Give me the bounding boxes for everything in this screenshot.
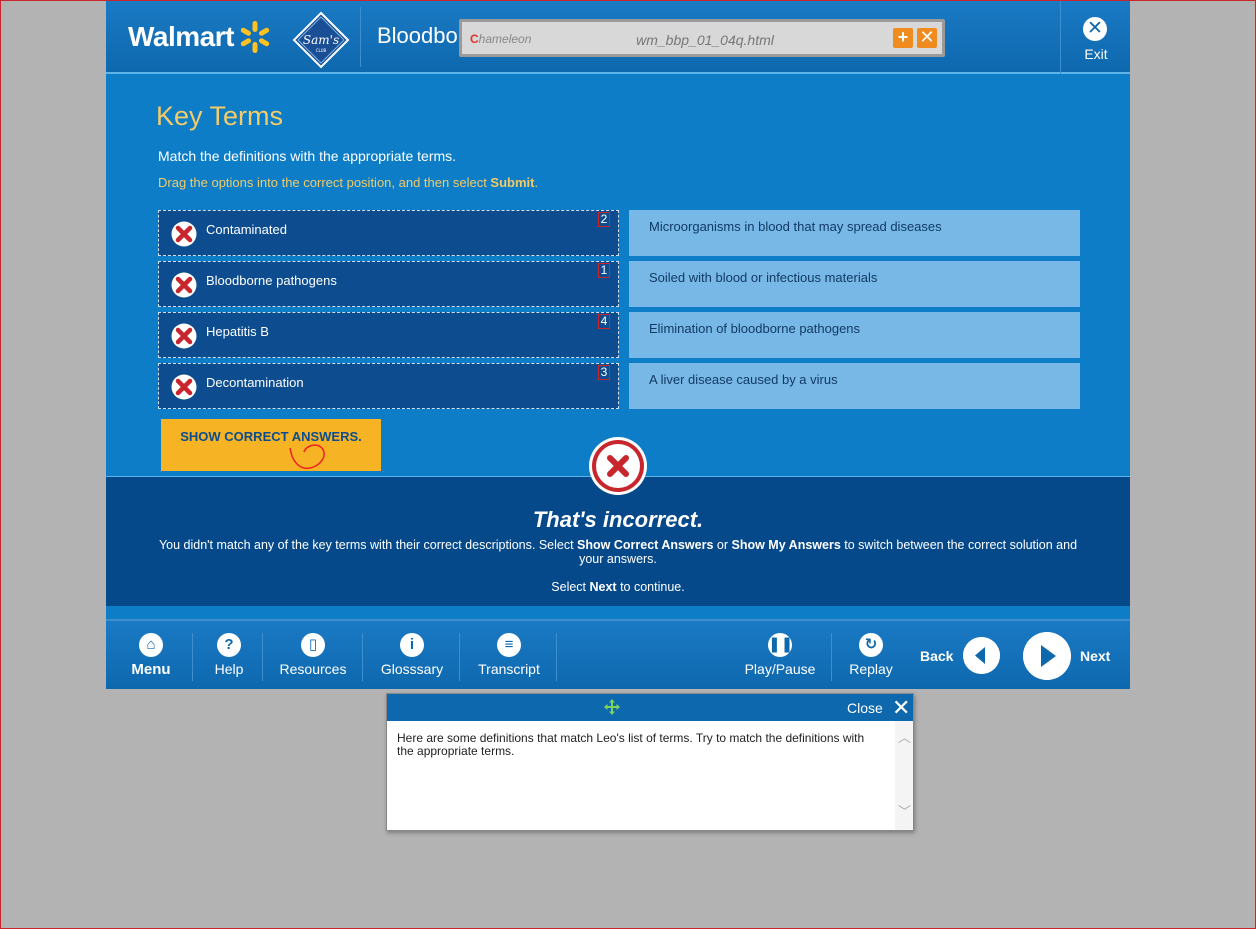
walmart-logo: Walmart	[128, 21, 234, 52]
play-pause-label: Play/Pause	[744, 661, 816, 677]
nav-divider	[262, 633, 263, 681]
drag-instruction: Drag the options into the correct positi…	[158, 175, 539, 190]
incorrect-feedback-icon	[589, 437, 647, 495]
page-title: Key Terms	[156, 101, 284, 131]
close-icon[interactable]: ✕	[892, 695, 910, 721]
definition-label: Soiled with blood or infectious material…	[649, 270, 878, 285]
file-name: wm_bbp_01_04q.html	[636, 32, 774, 48]
course-stage: Walmart Sam's CLUB Bloodbo ✕ Exit Key Te…	[106, 1, 1130, 689]
chameleon-toolbar: Chameleon wm_bbp_01_04q.html + ✕	[459, 19, 945, 57]
popup-close-label[interactable]: Close	[847, 700, 883, 716]
nav-divider	[556, 633, 557, 681]
menu-label: Menu	[131, 661, 171, 678]
sams-club-logo: Sam's CLUB	[292, 11, 350, 69]
term-label: Contaminated	[206, 222, 287, 237]
back-button[interactable]	[963, 637, 1000, 674]
resources-icon: ▯	[301, 633, 325, 657]
info-icon: i	[400, 633, 424, 657]
term-drag-item[interactable]: Decontamination 3	[158, 363, 619, 409]
term-drag-item[interactable]: Bloodborne pathogens 1	[158, 261, 619, 307]
annotation-scribble	[289, 444, 325, 470]
definition-target: Microorganisms in blood that may spread …	[629, 210, 1080, 256]
popup-scrollbar[interactable]: ︿ ﹀	[895, 721, 913, 830]
footer-nav: ⌂ Menu ? Help ▯ Resources i Glosssary ≡ …	[106, 619, 1130, 689]
show-correct-answers-button[interactable]: SHOW CORRECT ANSWERS.	[161, 419, 381, 471]
scroll-up-icon[interactable]: ︿	[898, 727, 911, 746]
term-number-badge: 4	[598, 314, 610, 329]
next-button[interactable]	[1023, 632, 1071, 680]
play-pause-button[interactable]: ❚❚ Play/Pause	[740, 621, 820, 691]
term-number-badge: 3	[598, 365, 610, 380]
back-label[interactable]: Back	[920, 648, 953, 664]
definition-label: Microorganisms in blood that may spread …	[649, 219, 942, 234]
instruction-text: Match the definitions with the appropria…	[158, 148, 457, 164]
incorrect-x-icon	[171, 272, 197, 298]
transcript-label: Transcript	[478, 661, 540, 677]
incorrect-x-icon	[171, 323, 197, 349]
nav-divider	[362, 633, 363, 681]
replay-icon: ↻	[859, 633, 883, 657]
term-label: Hepatitis B	[206, 324, 269, 339]
feedback-text: You didn't match any of the key terms wi…	[158, 538, 1078, 566]
close-icon[interactable]: ✕	[917, 28, 937, 48]
header-divider	[360, 7, 361, 67]
term-label: Bloodborne pathogens	[206, 273, 337, 288]
feedback-next-hint: Select Next to continue.	[551, 580, 685, 594]
nav-divider	[831, 633, 832, 681]
transcript-icon: ≡	[497, 633, 521, 657]
feedback-title: That's incorrect.	[532, 507, 704, 532]
incorrect-x-icon	[171, 374, 197, 400]
exit-label: Exit	[1084, 46, 1108, 62]
replay-label: Replay	[849, 661, 893, 677]
resources-label: Resources	[279, 661, 347, 677]
next-label[interactable]: Next	[1080, 648, 1110, 664]
nav-divider	[459, 633, 460, 681]
menu-button[interactable]: ⌂ Menu	[124, 621, 178, 691]
glossary-label: Glosssary	[380, 661, 444, 677]
pause-icon: ❚❚	[768, 633, 793, 657]
svg-text:Sam's: Sam's	[303, 33, 339, 47]
nav-divider	[192, 633, 193, 681]
plus-icon[interactable]: +	[893, 28, 913, 48]
definition-target: A liver disease caused by a virus	[629, 363, 1080, 409]
definition-label: A liver disease caused by a virus	[649, 372, 838, 387]
term-drag-item[interactable]: Contaminated 2	[158, 210, 619, 256]
glossary-button[interactable]: i Glosssary	[374, 621, 450, 691]
definition-target: Elimination of bloodborne pathogens	[629, 312, 1080, 358]
incorrect-x-icon	[171, 221, 197, 247]
scroll-down-icon[interactable]: ﹀	[898, 801, 911, 820]
svg-text:CLUB: CLUB	[316, 48, 327, 53]
exit-button[interactable]: ✕ Exit	[1060, 1, 1130, 74]
popup-title-bar[interactable]: Close ✕	[387, 694, 913, 721]
definition-label: Elimination of bloodborne pathogens	[649, 321, 861, 336]
resources-button[interactable]: ▯ Resources	[274, 621, 352, 691]
replay-button[interactable]: ↻ Replay	[842, 621, 900, 691]
term-number-badge: 1	[598, 263, 610, 278]
close-icon: ✕	[1083, 17, 1107, 41]
definition-target: Soiled with blood or infectious material…	[629, 261, 1080, 307]
home-icon: ⌂	[139, 633, 163, 657]
transcript-popup: Close ✕ Here are some definitions that m…	[386, 693, 914, 831]
course-title: Bloodbo	[377, 23, 458, 48]
term-label: Decontamination	[206, 375, 304, 390]
walmart-spark-icon	[240, 21, 270, 53]
transcript-text: Here are some definitions that match Leo…	[397, 731, 865, 758]
help-button[interactable]: ? Help	[204, 621, 254, 691]
help-label: Help	[214, 661, 244, 677]
help-icon: ?	[217, 633, 241, 657]
term-drag-item[interactable]: Hepatitis B 4	[158, 312, 619, 358]
term-number-badge: 2	[598, 212, 610, 227]
move-icon[interactable]	[603, 698, 621, 716]
transcript-button[interactable]: ≡ Transcript	[470, 621, 548, 691]
show-correct-answers-label: SHOW CORRECT ANSWERS.	[180, 429, 362, 444]
